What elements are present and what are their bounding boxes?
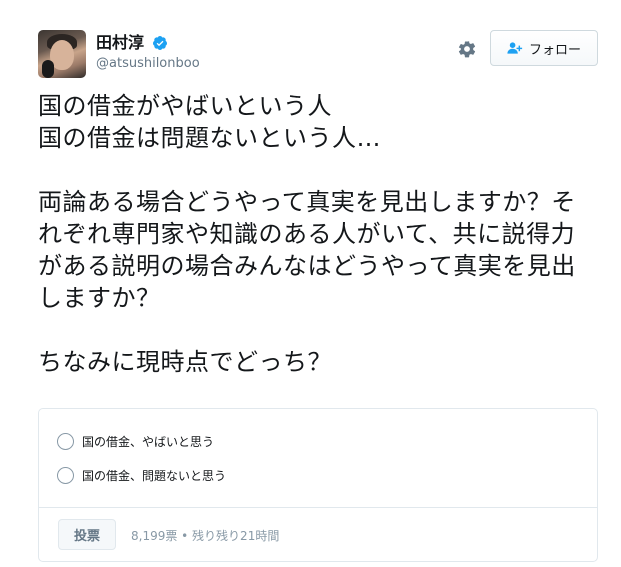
tweet-header: 田村淳 @atsushilonboo フォロー [38, 30, 598, 78]
vote-button[interactable]: 投票 [58, 519, 116, 550]
poll-option-1[interactable]: 国の借金、やばいと思う [57, 430, 214, 452]
radio-button[interactable] [57, 432, 74, 450]
follow-person-icon [507, 42, 523, 54]
poll-meta: 8,199票 • 残り残り21時間 [131, 529, 280, 543]
follow-button[interactable]: フォロー [490, 30, 598, 66]
poll-option-2[interactable]: 国の借金、問題ないと思う [57, 464, 226, 486]
radio-button[interactable] [57, 466, 74, 484]
poll-option-label: 国の借金、やばいと思う [82, 434, 215, 449]
user-name-block[interactable]: 田村淳 @atsushilonboo [96, 32, 200, 72]
poll-card: 国の借金、やばいと思う 国の借金、問題ないと思う 投票 8,199票 • 残り残… [38, 408, 598, 562]
avatar[interactable] [38, 30, 86, 78]
poll-option-label: 国の借金、問題ないと思う [82, 468, 227, 483]
avatar-mic [42, 60, 54, 78]
verified-badge-icon [153, 35, 168, 50]
user-handle[interactable]: @atsushilonboo [96, 56, 200, 72]
gear-icon[interactable] [457, 39, 477, 59]
poll-divider [39, 507, 597, 508]
display-name[interactable]: 田村淳 [96, 33, 144, 53]
follow-button-label: フォロー [528, 42, 581, 58]
tweet-text: 国の借金がやばいという人 国の借金は問題ないという人… 両論ある場合どうやって真… [38, 92, 576, 376]
